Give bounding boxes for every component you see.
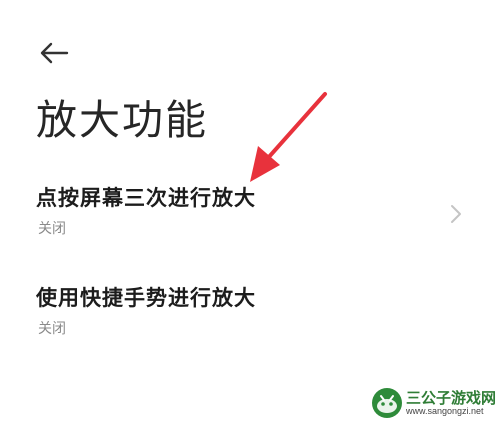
- setting-label: 使用快捷手势进行放大: [36, 286, 256, 310]
- watermark-title: 三公子游戏网: [406, 389, 497, 407]
- watermark-url: www.sangongzi.net: [406, 406, 484, 416]
- arrow-left-icon: [40, 42, 69, 64]
- setting-label: 点按屏幕三次进行放大: [36, 186, 256, 210]
- setting-status: 关闭: [38, 221, 66, 237]
- back-button[interactable]: [36, 36, 72, 70]
- watermark-logo: [372, 388, 402, 418]
- watermark: 三公子游戏网 www.sangongzi.net: [366, 384, 500, 423]
- chevron-right-icon: [451, 205, 461, 223]
- setting-status: 关闭: [38, 321, 66, 337]
- setting-triple-tap-zoom[interactable]: 点按屏幕三次进行放大 关闭: [0, 176, 500, 256]
- setting-gesture-zoom[interactable]: 使用快捷手势进行放大 关闭: [0, 276, 500, 356]
- page-title: 放大功能: [36, 96, 208, 144]
